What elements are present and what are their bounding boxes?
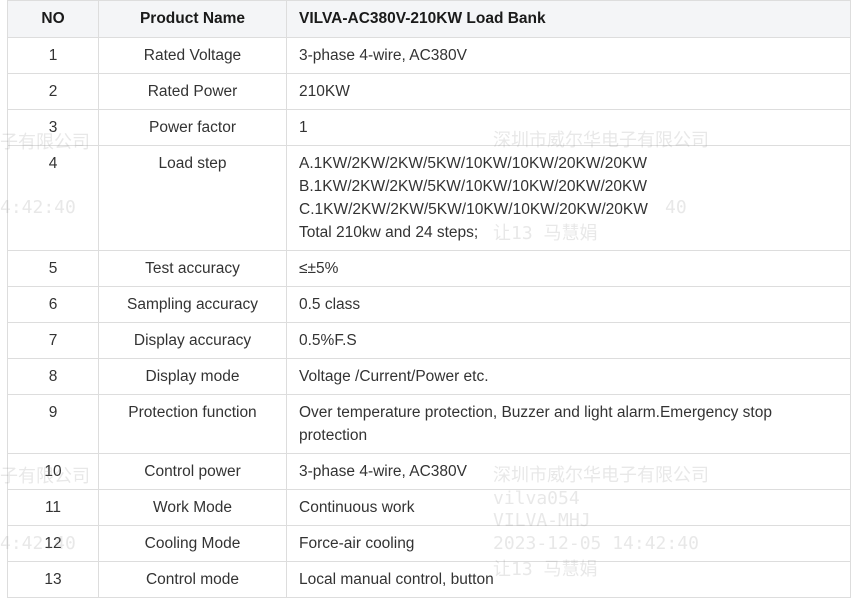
cell-parameter-value: Continuous work [286,489,851,526]
table-row: 12 Cooling Mode Force-air cooling [7,525,851,562]
value-line: 0.5 class [299,296,361,313]
value-line: ≤±5% [299,260,339,277]
value-line: 0.5%F.S [299,332,357,349]
header-no: NO [7,0,99,38]
cell-no: 6 [7,286,99,323]
cell-no: 3 [7,109,99,146]
value-line: Local manual control, button [299,571,494,588]
table-header-row: NO Product Name VILVA-AC380V-210KW Load … [7,0,851,38]
table-row: 6 Sampling accuracy 0.5 class [7,286,851,323]
cell-parameter-name: Power factor [98,109,287,146]
cell-parameter-value: 3-phase 4-wire, AC380V [286,37,851,74]
cell-no: 13 [7,561,99,598]
value-line: 1 [299,119,308,136]
value-line: Continuous work [299,499,415,516]
value-line: Force-air cooling [299,535,415,552]
value-line: A.1KW/2KW/2KW/5KW/10KW/10KW/20KW/20KW [299,155,647,172]
value-line: protection [299,427,368,444]
table-row: 13 Control mode Local manual control, butt… [7,561,851,598]
cell-no: 2 [7,73,99,110]
cell-no: 1 [7,37,99,74]
value-line: 210KW [299,83,350,100]
cell-parameter-name: Rated Power [98,73,287,110]
table-row: 3 Power factor 1 [7,109,851,146]
table-row: 10 Control power 3-phase 4-wire, AC380V [7,453,851,490]
value-line: 3-phase 4-wire, AC380V [299,463,468,480]
cell-parameter-value: 0.5%F.S [286,322,851,359]
value-line: Voltage /Current/Power etc. [299,368,489,385]
cell-parameter-value: Voltage /Current/Power etc. [286,358,851,395]
table-row: 2 Rated Power 210KW [7,73,851,110]
value-line: C.1KW/2KW/2KW/5KW/10KW/10KW/20KW/20KW [299,201,648,218]
cell-parameter-name: Load step [98,145,287,251]
cell-parameter-name: Control power [98,453,287,490]
cell-no: 12 [7,525,99,562]
cell-parameter-value: 0.5 class [286,286,851,323]
cell-parameter-name: Display mode [98,358,287,395]
cell-parameter-name: Protection function [98,394,287,454]
cell-no: 10 [7,453,99,490]
table-body: 1 Rated Voltage 3-phase 4-wire, AC380V 2 Rat… [7,37,851,598]
value-line: Over temperature protection, Buzzer and … [299,404,772,421]
cell-no: 5 [7,250,99,287]
cell-parameter-name: Display accuracy [98,322,287,359]
cell-parameter-name: Cooling Mode [98,525,287,562]
cell-no: 11 [7,489,99,526]
table-row: 5 Test accuracy ≤±5% [7,250,851,287]
table-row: 11 Work Mode Continuous work [7,489,851,526]
cell-parameter-value: ≤±5% [286,250,851,287]
value-line: 3-phase 4-wire, AC380V [299,47,468,64]
cell-parameter-name: Rated Voltage [98,37,287,74]
cell-parameter-value: 3-phase 4-wire, AC380V [286,453,851,490]
cell-parameter-name: Control mode [98,561,287,598]
cell-parameter-name: Sampling accuracy [98,286,287,323]
cell-parameter-name: Test accuracy [98,250,287,287]
table-row: 8 Display mode Voltage /Current/Power etc. [7,358,851,395]
header-product-name: Product Name [98,0,287,38]
table-row: 1 Rated Voltage 3-phase 4-wire, AC380V [7,37,851,74]
cell-no: 8 [7,358,99,395]
cell-parameter-value: Local manual control, button [286,561,851,598]
table-row: 7 Display accuracy 0.5%F.S [7,322,851,359]
cell-parameter-value: Force-air cooling [286,525,851,562]
table-row: 4 Load step A.1KW/2KW/2KW/5KW/10KW/10KW/20… [7,145,851,251]
cell-parameter-value: Over temperature protection, Buzzer and … [286,394,851,454]
cell-no: 4 [7,145,99,251]
cell-parameter-name: Work Mode [98,489,287,526]
spec-table: NO Product Name VILVA-AC380V-210KW Load … [7,0,851,598]
cell-parameter-value: A.1KW/2KW/2KW/5KW/10KW/10KW/20KW/20KW B.1… [286,145,851,251]
cell-no: 7 [7,322,99,359]
value-line: B.1KW/2KW/2KW/5KW/10KW/10KW/20KW/20KW [299,178,647,195]
header-model: VILVA-AC380V-210KW Load Bank [286,0,851,38]
cell-no: 9 [7,394,99,454]
value-line: Total 210kw and 24 steps; [299,224,479,241]
table-row: 9 Protection function Over temperature pro… [7,394,851,454]
cell-parameter-value: 210KW [286,73,851,110]
cell-parameter-value: 1 [286,109,851,146]
